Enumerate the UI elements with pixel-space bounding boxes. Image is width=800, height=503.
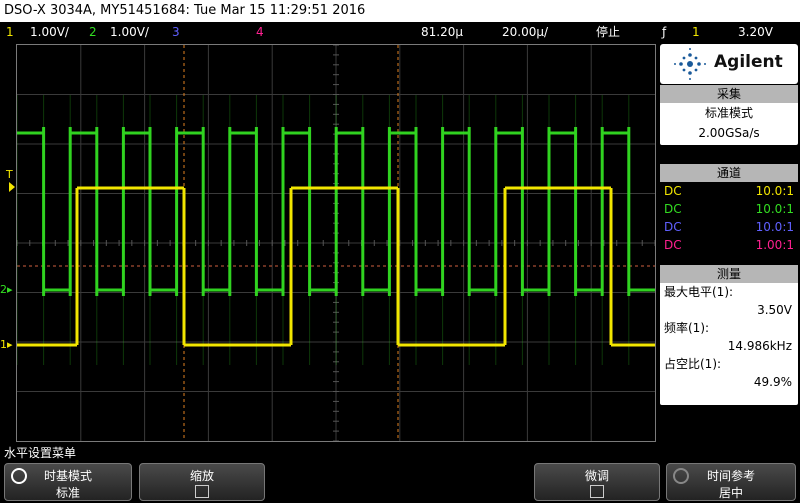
ch2-number[interactable]: 2 — [89, 22, 97, 42]
measure-value: 14.986kHz — [727, 339, 792, 353]
channel-row[interactable]: DC 10.0:1 — [660, 182, 798, 200]
zoom-softkey[interactable]: 缩放 — [139, 463, 265, 501]
spark-logo-icon — [674, 48, 706, 80]
measure-value: 49.9% — [753, 375, 792, 389]
measure-label: 占空比(1): — [664, 357, 722, 371]
ch1-ground-marker[interactable]: 1▸ — [0, 338, 13, 351]
measure-value: 3.50V — [757, 303, 792, 317]
ch1-number[interactable]: 1 — [6, 22, 14, 42]
horizontal-delay[interactable]: 81.20µ — [421, 22, 463, 42]
ch4-number[interactable]: 4 — [256, 22, 264, 42]
softkey-label: 时间参考 — [706, 469, 755, 483]
measure-item: 占空比(1): 49.9% — [660, 355, 798, 391]
softkey-value: 标准 — [55, 486, 80, 500]
side-panel: Agilent 采集 标准模式 2.00GSa/s 通道 DC 10.0:1 DC 1… — [658, 44, 800, 442]
softkey-label: 微调 — [584, 469, 609, 483]
measure-item: 最大电平(1): 3.50V — [660, 283, 798, 319]
checkbox-icon[interactable] — [195, 485, 209, 498]
channel-coupling: DC — [664, 184, 682, 198]
channel-row[interactable]: DC 10.0:1 — [660, 218, 798, 236]
window-title: DSO-X 3034A, MY51451684: Tue Mar 15 11:2… — [0, 0, 800, 22]
softkey-label: 时基模式 — [43, 469, 92, 483]
channel-coupling: DC — [664, 238, 682, 252]
channel-probe-ratio: 10.0:1 — [755, 220, 794, 234]
waveform-canvas — [17, 45, 655, 441]
menu-title: 水平设置菜单 — [4, 446, 77, 460]
status-bar: 1 1.00V/ 2 1.00V/ 3 4 81.20µ 20.00µ/ 停止 … — [0, 22, 800, 42]
channel-coupling: DC — [664, 202, 682, 216]
acquire-header: 采集 — [660, 85, 798, 103]
checkbox-icon[interactable] — [590, 485, 604, 498]
measure-label: 最大电平(1): — [664, 285, 734, 299]
acquire-mode: 标准模式 — [704, 106, 753, 120]
agilent-logo: Agilent — [660, 44, 798, 84]
softkey-value: 居中 — [718, 486, 743, 500]
ch1-scale[interactable]: 1.00V/ — [30, 22, 69, 42]
trigger-level-arrow — [9, 182, 15, 192]
time-reference-softkey[interactable]: 时间参考 居中 — [666, 463, 796, 501]
sample-rate: 2.00GSa/s — [698, 126, 760, 140]
run-state[interactable]: 停止 — [596, 22, 620, 42]
channel-probe-ratio: 10.0:1 — [755, 202, 794, 216]
measure-label: 频率(1): — [664, 321, 710, 335]
trigger-level-marker[interactable]: T — [6, 168, 13, 181]
channel-probe-ratio: 10.0:1 — [755, 184, 794, 198]
ch2-ground-marker[interactable]: 2▸ — [0, 283, 13, 296]
ch2-scale[interactable]: 1.00V/ — [110, 22, 149, 42]
channels-header: 通道 — [660, 164, 798, 182]
ch3-number[interactable]: 3 — [172, 22, 180, 42]
measure-header: 测量 — [660, 265, 798, 283]
fine-adjust-softkey[interactable]: 微调 — [534, 463, 660, 501]
waveform-display[interactable] — [16, 44, 656, 442]
measure-panel[interactable]: 测量 最大电平(1): 3.50V 频率(1): 14.986kHz 占空比(1… — [660, 265, 798, 405]
channel-row[interactable]: DC 1.00:1 — [660, 236, 798, 254]
acquire-panel[interactable]: 采集 标准模式 2.00GSa/s — [660, 85, 798, 145]
channels-panel[interactable]: 通道 DC 10.0:1 DC 10.0:1 DC 10.0:1 DC 1.00:1 — [660, 164, 798, 262]
trigger-level[interactable]: 3.20V — [738, 22, 773, 42]
timebase-scale[interactable]: 20.00µ/ — [502, 22, 548, 42]
softkey-label: 缩放 — [189, 469, 214, 483]
timebase-mode-softkey[interactable]: 时基模式 标准 — [4, 463, 132, 501]
measure-item: 频率(1): 14.986kHz — [660, 319, 798, 355]
channel-coupling: DC — [664, 220, 682, 234]
channel-probe-ratio: 1.00:1 — [755, 238, 794, 252]
logo-text: Agilent — [714, 52, 783, 72]
trigger-source[interactable]: 1 — [692, 22, 700, 42]
trigger-edge-icon: ƒ — [662, 25, 667, 39]
channel-row[interactable]: DC 10.0:1 — [660, 200, 798, 218]
